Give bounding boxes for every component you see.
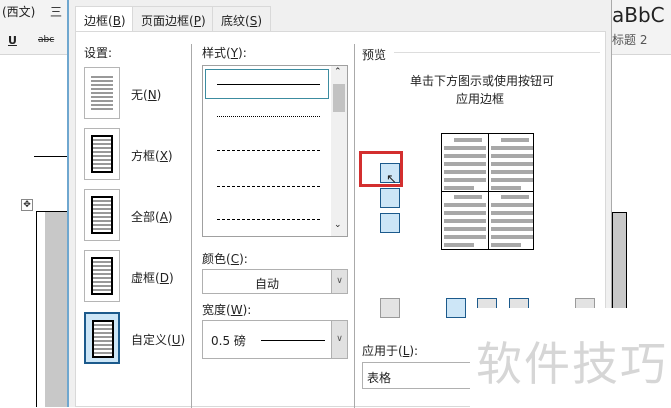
preview-text-bar [491, 235, 533, 239]
preview-text-bar [491, 186, 521, 190]
inside-horizontal-border-button[interactable] [380, 188, 400, 208]
preview-text-bar [501, 195, 529, 199]
preview-text-bar [491, 219, 533, 223]
setting-4-icon[interactable] [84, 312, 120, 364]
divider [191, 44, 192, 408]
strikethrough-button[interactable]: abc [38, 35, 54, 45]
diagonal-up-border-button[interactable] [380, 298, 400, 318]
apply-to-label: 应用于(L): [362, 344, 419, 358]
preview-text-bar [444, 154, 486, 158]
scroll-up-icon[interactable]: ⌃ [334, 67, 342, 77]
underline-button[interactable]: U [8, 34, 17, 47]
setting-label[interactable]: 虚框(D) [131, 269, 174, 286]
preview-text-bar [491, 154, 533, 158]
preview-text-bar [491, 170, 533, 174]
preview-text-bar [491, 227, 533, 231]
tab-page-border[interactable]: 页面边框(P) [132, 6, 215, 32]
preview-text-bar [491, 146, 533, 150]
preview-text-bar [444, 178, 486, 182]
preview-text-bar [491, 178, 533, 182]
chevron-down-icon[interactable]: ∨ [331, 270, 347, 293]
setting-1-icon[interactable] [84, 128, 120, 180]
setting-label[interactable]: 方框(X) [131, 147, 173, 164]
table-column [36, 211, 68, 407]
chevron-down-icon[interactable]: ∨ [331, 321, 347, 358]
tab-shading[interactable]: 底纹(S) [212, 6, 271, 32]
table-line [34, 156, 68, 157]
setting-label[interactable]: 自定义(U) [131, 331, 185, 348]
preview-text-bar [454, 138, 482, 142]
line-style-list[interactable]: ⌃ ⌄ [202, 65, 348, 237]
line-style-dotted[interactable] [217, 116, 320, 117]
preview-diagram[interactable] [441, 133, 534, 250]
setting-label[interactable]: 无(N) [131, 86, 161, 103]
setting-2-icon[interactable] [84, 189, 120, 241]
cursor-icon: ↖ [386, 172, 397, 187]
preview-text-bar [444, 219, 486, 223]
preview-text-bar [444, 243, 474, 247]
width-line-sample [261, 340, 325, 341]
preview-label: 预览 [362, 48, 387, 62]
preview-text-bar [444, 170, 486, 174]
setting-3-icon[interactable] [84, 250, 120, 302]
scroll-down-icon[interactable]: ⌄ [334, 220, 342, 230]
settings-label: 设置: [84, 46, 113, 60]
color-label: 颜色(C): [202, 252, 248, 266]
preview-text-bar [444, 146, 486, 150]
preview-text-bar [501, 138, 529, 142]
preview-text-bar [444, 235, 486, 239]
line-style-dashed-small[interactable] [217, 150, 320, 151]
bottom-border-button[interactable] [380, 213, 400, 233]
preview-text-bar [444, 227, 486, 231]
preview-text-bar [491, 162, 533, 166]
color-value: 自动 [255, 277, 280, 291]
setting-0-icon[interactable] [84, 67, 120, 119]
font-box[interactable]: (西文) [2, 3, 35, 20]
tab-borders[interactable]: 边框(B) [75, 6, 135, 33]
style-label: 样式(Y): [202, 46, 247, 60]
width-label: 宽度(W): [202, 303, 252, 317]
preview-text-bar [444, 186, 474, 190]
apply-to-dropdown[interactable]: 表格 [362, 362, 482, 389]
apply-to-value: 表格 [367, 371, 392, 385]
line-style-solid[interactable] [217, 84, 320, 85]
preview-text-bar [491, 243, 521, 247]
watermark: 软件技巧 [476, 337, 668, 391]
line-style-dashed[interactable] [217, 186, 320, 187]
preview-text-bar [491, 203, 533, 207]
preview-rule [394, 52, 600, 53]
line-style-dash-dot[interactable] [217, 219, 320, 220]
color-dropdown[interactable]: 自动 ∨ [202, 269, 348, 294]
divider [354, 44, 355, 408]
setting-label[interactable]: 全部(A) [131, 208, 173, 225]
preview-text-bar [444, 162, 486, 166]
preview-hint: 单击下方图示或使用按钮可 [410, 74, 555, 88]
font-size-box[interactable]: 三 [50, 3, 62, 20]
width-value: 0.5 磅 [211, 334, 246, 348]
preview-text-bar [491, 211, 533, 215]
scrollbar-thumb[interactable] [333, 84, 345, 112]
preview-text-bar [444, 203, 486, 207]
preview-text-bar [454, 195, 482, 199]
preview-hint: 应用边框 [456, 92, 505, 106]
style-name: 标题 2 [612, 33, 648, 47]
scrollbar[interactable]: ⌃ ⌄ [331, 66, 347, 236]
style-preview[interactable]: aBbC [612, 3, 665, 27]
width-dropdown[interactable]: 0.5 磅 ∨ [202, 320, 348, 359]
table-move-handle[interactable]: ✥ [21, 199, 33, 211]
preview-text-bar [444, 211, 486, 215]
left-border-button[interactable] [446, 298, 466, 318]
